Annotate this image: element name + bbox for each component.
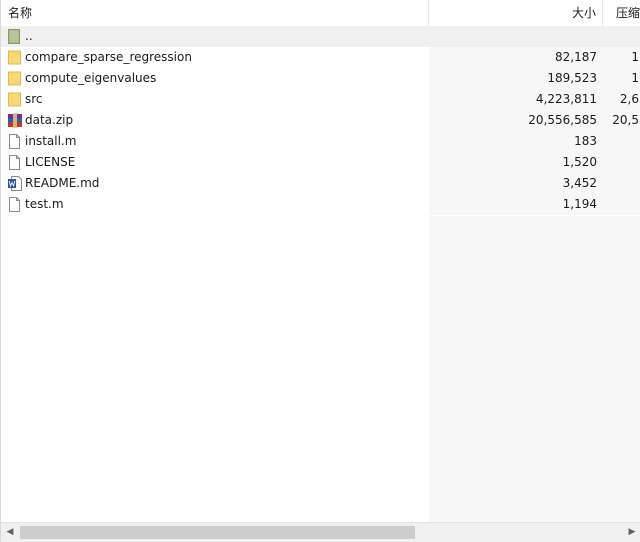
scroll-left-icon[interactable]: ◀ <box>1 523 19 542</box>
packed-cell: 1 <box>603 68 640 89</box>
sort-ascending-icon: ^ <box>211 0 221 7</box>
column-header-packed-label: 压缩 <box>616 6 640 20</box>
packed-cell: 2,6 <box>603 89 640 110</box>
scrollbar-thumb[interactable] <box>20 526 415 539</box>
column-header-name-label: 名称 <box>8 6 33 20</box>
scroll-right-icon[interactable]: ▶ <box>623 523 640 542</box>
name-cell: compute_eigenvalues <box>1 68 429 89</box>
file-name: compare_sparse_regression <box>25 50 192 64</box>
packed-cell: 20,5 <box>603 110 640 131</box>
name-cell: src <box>1 89 429 110</box>
size-cell: 183 <box>429 131 603 152</box>
size-cell: 4,223,811 <box>429 89 603 110</box>
file-name: test.m <box>25 197 64 211</box>
list-item[interactable]: LICENSE 1,520 <box>1 152 640 173</box>
packed-cell <box>603 194 640 215</box>
folder-icon <box>8 50 22 65</box>
list-item[interactable]: src 4,223,811 2,6 <box>1 89 640 110</box>
file-icon <box>8 134 22 149</box>
file-name: .. <box>25 29 33 43</box>
list-item[interactable]: test.m 1,194 <box>1 194 640 215</box>
folder-icon <box>8 92 22 107</box>
folder-icon <box>8 71 22 86</box>
size-cell <box>429 26 603 47</box>
list-item[interactable]: README.md 3,452 <box>1 173 640 194</box>
horizontal-scrollbar[interactable]: ◀ ▶ <box>1 522 640 542</box>
column-header-size[interactable]: 大小 <box>429 0 603 26</box>
packed-cell: 1 <box>603 47 640 68</box>
column-header-size-label: 大小 <box>571 6 596 20</box>
name-cell: .. <box>1 26 429 47</box>
packed-cell <box>603 152 640 173</box>
name-cell: LICENSE <box>1 152 429 173</box>
name-cell: install.m <box>1 131 429 152</box>
file-name: data.zip <box>25 113 74 127</box>
size-cell: 82,187 <box>429 47 603 68</box>
file-name: README.md <box>25 176 100 190</box>
file-name: install.m <box>25 134 77 148</box>
file-name: compute_eigenvalues <box>25 71 157 85</box>
packed-cell <box>603 173 640 194</box>
list-item[interactable]: compute_eigenvalues 189,523 1 <box>1 68 640 89</box>
list-item[interactable]: compare_sparse_regression 82,187 1 <box>1 47 640 68</box>
column-header-bar: 名称 ^ 大小 压缩 <box>1 0 640 27</box>
file-name: LICENSE <box>25 155 76 169</box>
size-cell: 3,452 <box>429 173 603 194</box>
column-header-packed[interactable]: 压缩 <box>603 0 640 26</box>
list-item[interactable]: install.m 183 <box>1 131 640 152</box>
size-cell: 1,194 <box>429 194 603 215</box>
name-cell: README.md <box>1 173 429 194</box>
packed-cell <box>603 131 640 152</box>
name-cell: test.m <box>1 194 429 215</box>
size-cell: 20,556,585 <box>429 110 603 131</box>
name-cell: compare_sparse_regression <box>1 47 429 68</box>
parent-folder-icon <box>8 29 22 44</box>
name-cell: data.zip <box>1 110 429 131</box>
size-cell: 1,520 <box>429 152 603 173</box>
packed-cell <box>603 26 640 47</box>
word-doc-icon <box>8 176 22 191</box>
size-cell: 189,523 <box>429 68 603 89</box>
file-icon <box>8 155 22 170</box>
list-item[interactable]: data.zip 20,556,585 20,5 <box>1 110 640 131</box>
list-item-parent[interactable]: .. <box>1 26 640 47</box>
archive-icon <box>8 113 22 128</box>
file-list: .. compare_sparse_regression 82,187 1 co… <box>1 26 640 522</box>
file-icon <box>8 197 22 212</box>
file-name: src <box>25 92 43 106</box>
file-list-window: 名称 ^ 大小 压缩 .. compare_sparse_regression … <box>0 0 640 542</box>
